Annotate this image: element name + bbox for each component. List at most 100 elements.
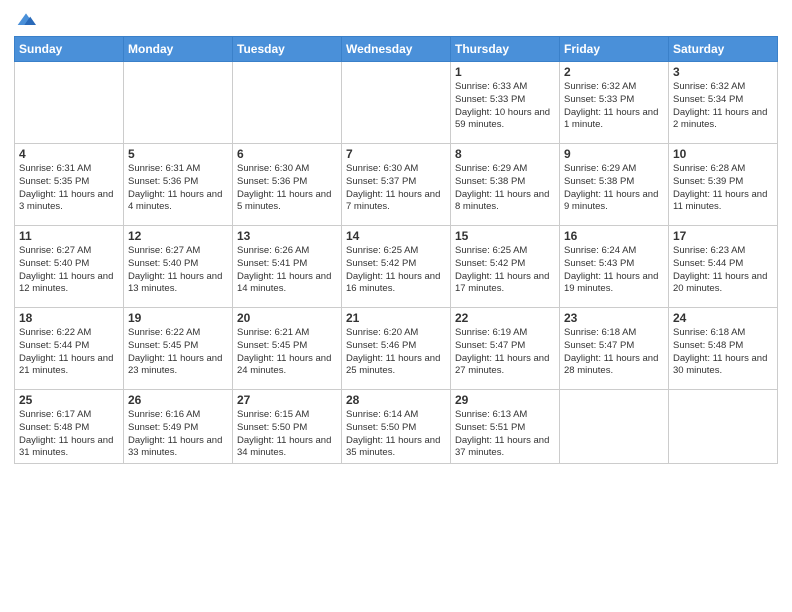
calendar-cell: 12Sunrise: 6:27 AM Sunset: 5:40 PM Dayli…	[124, 226, 233, 308]
calendar-cell	[124, 62, 233, 144]
day-number: 19	[128, 311, 228, 325]
calendar-cell: 3 Sunrise: 6:32 AM Sunset: 5:34 PM Daylig…	[669, 62, 778, 144]
day-info: Sunrise: 6:29 AM Sunset: 5:38 PM Dayligh…	[564, 163, 664, 214]
day-number: 22	[455, 311, 555, 325]
calendar-cell: 28 Sunrise: 6:14 AM Sunset: 5:50 PM Dayli…	[342, 390, 451, 464]
calendar-cell: 8 Sunrise: 6:29 AM Sunset: 5:38 PM Daylig…	[451, 144, 560, 226]
day-header-thursday: Thursday	[451, 37, 560, 62]
day-info: Sunrise: 6:33 AM Sunset: 5:33 PM Dayligh…	[455, 81, 555, 132]
day-info: Sunrise: 6:28 AM Sunset: 5:39 PM Dayligh…	[673, 163, 773, 214]
day-number: 29	[455, 393, 555, 407]
calendar-cell: 13 Sunrise: 6:26 AM Sunset: 5:41 PM Dayli…	[233, 226, 342, 308]
day-number: 15	[455, 229, 555, 243]
day-number: 5	[128, 147, 228, 161]
calendar-header-row: SundayMondayTuesdayWednesdayThursdayFrid…	[15, 37, 778, 62]
day-info: Sunrise: 6:32 AM Sunset: 5:33 PM Dayligh…	[564, 81, 664, 132]
day-info: Sunrise: 6:14 AM Sunset: 5:50 PM Dayligh…	[346, 409, 446, 460]
calendar-cell	[233, 62, 342, 144]
calendar-cell: 22 Sunrise: 6:19 AM Sunset: 5:47 PM Dayli…	[451, 308, 560, 390]
calendar-cell: 9 Sunrise: 6:29 AM Sunset: 5:38 PM Daylig…	[560, 144, 669, 226]
day-number: 7	[346, 147, 446, 161]
day-info: Sunrise: 6:29 AM Sunset: 5:38 PM Dayligh…	[455, 163, 555, 214]
calendar-cell	[342, 62, 451, 144]
day-number: 20	[237, 311, 337, 325]
calendar-cell: 25 Sunrise: 6:17 AM Sunset: 5:48 PM Dayli…	[15, 390, 124, 464]
day-header-monday: Monday	[124, 37, 233, 62]
day-number: 16	[564, 229, 664, 243]
calendar-cell	[560, 390, 669, 464]
day-number: 18	[19, 311, 119, 325]
calendar-cell: 26 Sunrise: 6:16 AM Sunset: 5:49 PM Dayli…	[124, 390, 233, 464]
day-info: Sunrise: 6:26 AM Sunset: 5:41 PM Dayligh…	[237, 245, 337, 296]
calendar-cell: 29 Sunrise: 6:13 AM Sunset: 5:51 PM Dayli…	[451, 390, 560, 464]
day-number: 21	[346, 311, 446, 325]
calendar-cell: 23 Sunrise: 6:18 AM Sunset: 5:47 PM Dayli…	[560, 308, 669, 390]
day-header-wednesday: Wednesday	[342, 37, 451, 62]
day-number: 8	[455, 147, 555, 161]
calendar-cell: 18 Sunrise: 6:22 AM Sunset: 5:44 PM Dayli…	[15, 308, 124, 390]
day-number: 25	[19, 393, 119, 407]
calendar-cell: 24 Sunrise: 6:18 AM Sunset: 5:48 PM Dayli…	[669, 308, 778, 390]
day-info: Sunrise: 6:25 AM Sunset: 5:42 PM Dayligh…	[455, 245, 555, 296]
calendar-week-2: 4 Sunrise: 6:31 AM Sunset: 5:35 PM Daylig…	[15, 144, 778, 226]
day-header-tuesday: Tuesday	[233, 37, 342, 62]
day-info: Sunrise: 6:18 AM Sunset: 5:47 PM Dayligh…	[564, 327, 664, 378]
day-info: Sunrise: 6:30 AM Sunset: 5:36 PM Dayligh…	[237, 163, 337, 214]
day-info: Sunrise: 6:18 AM Sunset: 5:48 PM Dayligh…	[673, 327, 773, 378]
calendar-cell: 6 Sunrise: 6:30 AM Sunset: 5:36 PM Daylig…	[233, 144, 342, 226]
calendar-cell	[669, 390, 778, 464]
calendar-cell: 21 Sunrise: 6:20 AM Sunset: 5:46 PM Dayli…	[342, 308, 451, 390]
day-number: 27	[237, 393, 337, 407]
calendar-cell: 14Sunrise: 6:25 AM Sunset: 5:42 PM Dayli…	[342, 226, 451, 308]
day-number: 26	[128, 393, 228, 407]
day-header-friday: Friday	[560, 37, 669, 62]
day-number: 14	[346, 229, 446, 243]
day-info: Sunrise: 6:21 AM Sunset: 5:45 PM Dayligh…	[237, 327, 337, 378]
day-number: 9	[564, 147, 664, 161]
day-number: 1	[455, 65, 555, 79]
day-number: 3	[673, 65, 773, 79]
page: SundayMondayTuesdayWednesdayThursdayFrid…	[0, 0, 792, 612]
calendar-cell: 17 Sunrise: 6:23 AM Sunset: 5:44 PM Dayli…	[669, 226, 778, 308]
day-number: 11	[19, 229, 119, 243]
day-info: Sunrise: 6:22 AM Sunset: 5:44 PM Dayligh…	[19, 327, 119, 378]
day-number: 24	[673, 311, 773, 325]
day-number: 6	[237, 147, 337, 161]
day-number: 17	[673, 229, 773, 243]
day-info: Sunrise: 6:32 AM Sunset: 5:34 PM Dayligh…	[673, 81, 773, 132]
calendar-cell	[15, 62, 124, 144]
calendar-cell: 1 Sunrise: 6:33 AM Sunset: 5:33 PM Daylig…	[451, 62, 560, 144]
day-info: Sunrise: 6:20 AM Sunset: 5:46 PM Dayligh…	[346, 327, 446, 378]
calendar-week-5: 25 Sunrise: 6:17 AM Sunset: 5:48 PM Dayli…	[15, 390, 778, 464]
logo-icon	[16, 10, 36, 30]
calendar-cell: 15 Sunrise: 6:25 AM Sunset: 5:42 PM Dayli…	[451, 226, 560, 308]
day-info: Sunrise: 6:15 AM Sunset: 5:50 PM Dayligh…	[237, 409, 337, 460]
day-info: Sunrise: 6:24 AM Sunset: 5:43 PM Dayligh…	[564, 245, 664, 296]
logo	[14, 10, 36, 30]
day-info: Sunrise: 6:27 AM Sunset: 5:40 PM Dayligh…	[19, 245, 119, 296]
calendar-week-1: 1 Sunrise: 6:33 AM Sunset: 5:33 PM Daylig…	[15, 62, 778, 144]
day-info: Sunrise: 6:31 AM Sunset: 5:36 PM Dayligh…	[128, 163, 228, 214]
header	[14, 10, 778, 30]
day-info: Sunrise: 6:27 AM Sunset: 5:40 PM Dayligh…	[128, 245, 228, 296]
day-number: 28	[346, 393, 446, 407]
calendar-cell: 11 Sunrise: 6:27 AM Sunset: 5:40 PM Dayli…	[15, 226, 124, 308]
calendar-cell: 10 Sunrise: 6:28 AM Sunset: 5:39 PM Dayli…	[669, 144, 778, 226]
day-info: Sunrise: 6:13 AM Sunset: 5:51 PM Dayligh…	[455, 409, 555, 460]
day-header-sunday: Sunday	[15, 37, 124, 62]
calendar-cell: 2Sunrise: 6:32 AM Sunset: 5:33 PM Daylig…	[560, 62, 669, 144]
day-info: Sunrise: 6:17 AM Sunset: 5:48 PM Dayligh…	[19, 409, 119, 460]
day-info: Sunrise: 6:31 AM Sunset: 5:35 PM Dayligh…	[19, 163, 119, 214]
calendar-cell: 4 Sunrise: 6:31 AM Sunset: 5:35 PM Daylig…	[15, 144, 124, 226]
calendar-cell: 20 Sunrise: 6:21 AM Sunset: 5:45 PM Dayli…	[233, 308, 342, 390]
day-info: Sunrise: 6:16 AM Sunset: 5:49 PM Dayligh…	[128, 409, 228, 460]
day-number: 10	[673, 147, 773, 161]
calendar-cell: 27 Sunrise: 6:15 AM Sunset: 5:50 PM Dayli…	[233, 390, 342, 464]
day-info: Sunrise: 6:22 AM Sunset: 5:45 PM Dayligh…	[128, 327, 228, 378]
day-info: Sunrise: 6:19 AM Sunset: 5:47 PM Dayligh…	[455, 327, 555, 378]
day-info: Sunrise: 6:23 AM Sunset: 5:44 PM Dayligh…	[673, 245, 773, 296]
day-number: 13	[237, 229, 337, 243]
day-number: 4	[19, 147, 119, 161]
calendar-cell: 16 Sunrise: 6:24 AM Sunset: 5:43 PM Dayli…	[560, 226, 669, 308]
day-number: 23	[564, 311, 664, 325]
